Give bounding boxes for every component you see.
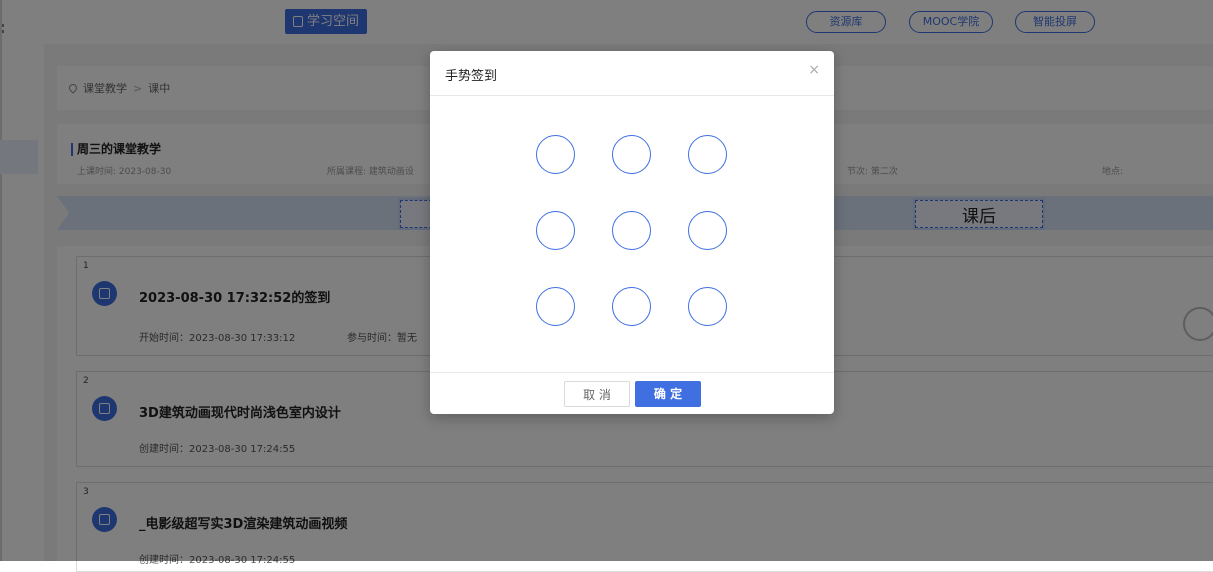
pattern-dot[interactable]	[688, 211, 727, 250]
dialog-title: 手势签到	[445, 69, 498, 84]
gesture-signin-dialog: 手势签到 × 取 消 确 定	[430, 51, 834, 414]
pattern-dot[interactable]	[688, 287, 727, 326]
dialog-header: 手势签到 ×	[430, 51, 834, 96]
pattern-dot[interactable]	[536, 135, 575, 174]
pattern-dot[interactable]	[536, 211, 575, 250]
pattern-dot[interactable]	[688, 135, 727, 174]
cancel-button[interactable]: 取 消	[564, 381, 630, 407]
gesture-pattern-grid[interactable]	[536, 135, 728, 327]
pattern-dot[interactable]	[612, 211, 651, 250]
pattern-dot[interactable]	[612, 287, 651, 326]
pattern-dot[interactable]	[536, 287, 575, 326]
pattern-dot[interactable]	[612, 135, 651, 174]
dialog-footer: 取 消 确 定	[430, 372, 834, 415]
close-icon[interactable]: ×	[808, 62, 820, 78]
confirm-button[interactable]: 确 定	[635, 381, 701, 407]
